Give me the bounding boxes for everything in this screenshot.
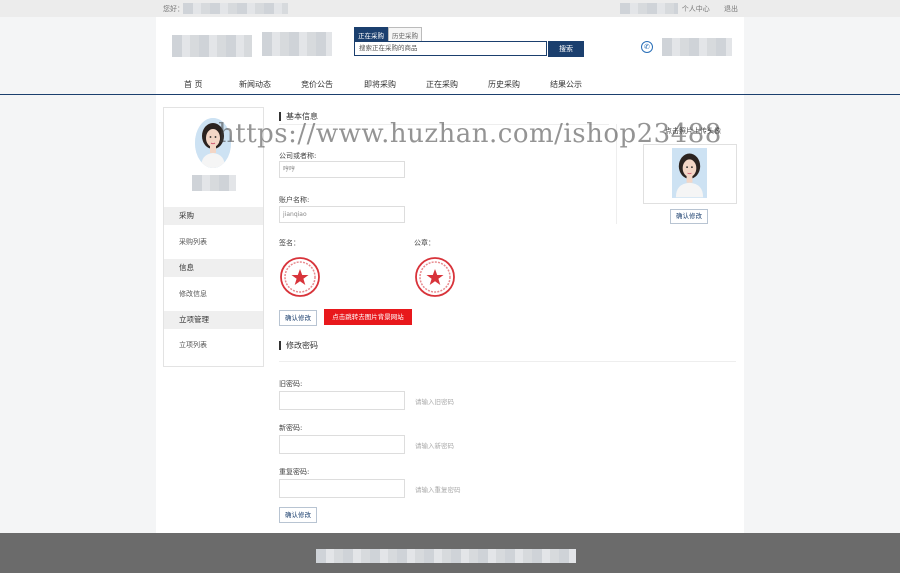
sidebar-item-purchase-list[interactable]: 采购列表: [179, 237, 207, 247]
sidebar-section-purchase: 采购: [164, 207, 263, 225]
phone-number-blur: [662, 38, 732, 56]
account-input[interactable]: jianqiao: [279, 206, 405, 223]
nav-history[interactable]: 历史采购: [488, 79, 520, 90]
search-button[interactable]: 搜索: [548, 41, 584, 57]
search-input[interactable]: 搜索正在采购的商品: [354, 41, 547, 56]
watermark-text: https://www.huzhan.com/ishop23488: [218, 119, 722, 149]
main-nav: 首 页 新闻动态 竞价公告 即将采购 正在采购 历史采购 结果公示: [160, 79, 740, 93]
nav-upcoming[interactable]: 即将采购: [364, 79, 396, 90]
sidebar-section-project: 立项管理: [164, 311, 263, 329]
account-label: 账户名称:: [279, 196, 310, 204]
sidebar-item-edit-info[interactable]: 修改信息: [179, 289, 207, 299]
footer: [0, 533, 900, 573]
personal-center-link[interactable]: 个人中心: [682, 5, 710, 13]
footer-text-blur: [316, 549, 576, 563]
nav-current[interactable]: 正在采购: [426, 79, 458, 90]
tab-history-purchase[interactable]: 历史采购: [388, 27, 422, 42]
phone-icon: ✆: [641, 41, 653, 53]
greeting-text: 您好：: [163, 5, 184, 13]
sidebar-section-info: 信息: [164, 259, 263, 277]
old-password-hint: 请输入旧密码: [415, 398, 454, 406]
jump-to-background-button[interactable]: 点击跳转去图片背景网站: [324, 309, 412, 325]
new-password-input[interactable]: [279, 435, 405, 454]
username-blur: [183, 3, 288, 14]
company-label: 公司或者称:: [279, 152, 317, 160]
old-password-input[interactable]: [279, 391, 405, 410]
signature-label: 签名：: [279, 239, 300, 247]
repeat-password-label: 重复密码:: [279, 468, 310, 476]
new-password-label: 新密码:: [279, 424, 303, 432]
repeat-password-input[interactable]: [279, 479, 405, 498]
confirm-password-button[interactable]: 确认修改: [279, 507, 317, 523]
repeat-password-hint: 请输入重复密码: [415, 486, 461, 494]
official-seal-icon[interactable]: [414, 256, 456, 298]
upload-portrait-icon: [672, 148, 707, 198]
search-tabs: 正在采购 历史采购: [354, 27, 422, 42]
password-title: 修改密码: [279, 341, 318, 350]
top-bar: 您好： 个人中心 退出: [0, 0, 900, 17]
company-input[interactable]: 哼哼: [279, 161, 405, 178]
nav-home[interactable]: 首 页: [184, 79, 203, 90]
confirm-basic-button[interactable]: 确认修改: [279, 310, 317, 326]
nav-divider: [0, 94, 900, 95]
logo-text-blur: [262, 32, 332, 56]
nav-news[interactable]: 新闻动态: [239, 79, 271, 90]
seal-label: 公章：: [414, 239, 435, 247]
tab-current-purchase[interactable]: 正在采购: [354, 27, 388, 42]
confirm-avatar-button[interactable]: 确认修改: [670, 209, 708, 224]
old-password-label: 旧密码:: [279, 380, 303, 388]
new-password-hint: 请输入新密码: [415, 442, 454, 450]
signature-stamp-icon[interactable]: [279, 256, 321, 298]
nav-results[interactable]: 结果公示: [550, 79, 582, 90]
password-divider: [279, 361, 736, 362]
logout-link[interactable]: 退出: [724, 5, 738, 13]
top-links: 个人中心 退出: [670, 4, 738, 14]
user-name-blur: [192, 175, 236, 191]
logo-blur: [172, 35, 252, 57]
upload-photo[interactable]: [672, 148, 707, 198]
nav-bidding[interactable]: 竞价公告: [301, 79, 333, 90]
sidebar-item-project-list[interactable]: 立项列表: [179, 340, 207, 350]
